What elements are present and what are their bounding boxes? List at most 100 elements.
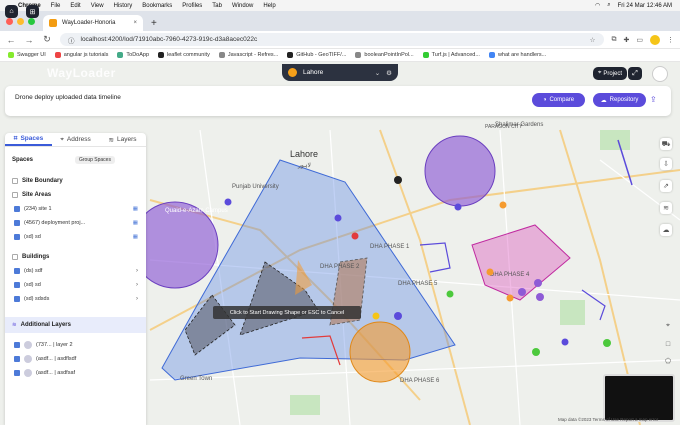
home-icon[interactable]: ⌂ [5,5,18,18]
site-areas-row[interactable]: Site Areas [5,192,146,198]
profile-avatar[interactable] [650,34,660,45]
list-item[interactable]: (sd) sd › [5,282,146,288]
minimize-window-button[interactable] [17,17,24,25]
chevron-right-icon[interactable]: › [136,282,138,288]
site-area-circle[interactable] [424,135,496,207]
checkbox[interactable] [14,342,20,348]
map-marker[interactable] [536,293,544,301]
tab-layers[interactable]: ≋ Layers [99,133,146,146]
site-boundary-row[interactable]: Site Boundary [5,178,146,184]
menu-view[interactable]: View [91,3,104,9]
item-icons[interactable]: ▦ [133,234,138,240]
menu-bookmarks[interactable]: Bookmarks [142,3,172,9]
menu-window[interactable]: Window [232,3,253,9]
list-item[interactable]: (4567) deployment proj... ▦ [5,220,146,226]
checkbox[interactable] [14,356,20,362]
list-item[interactable]: (737... | layer 2 [5,341,146,349]
map-marker[interactable] [534,279,542,287]
list-item[interactable]: (asdf... | asdfsaf [5,369,146,377]
map-marker[interactable] [499,201,507,209]
collapse-icon[interactable]: ⤢ [628,67,642,80]
compare-button[interactable]: ◑ Compare [532,93,585,107]
project-button[interactable]: ⌖ Project [593,67,627,80]
new-tab-button[interactable]: + [151,18,157,29]
share-icon[interactable]: ⇗ [660,180,672,192]
minimap-preview[interactable] [603,374,675,422]
upload-icon[interactable]: ⇪ [650,95,657,104]
map-marker[interactable] [532,348,540,356]
map-marker[interactable] [561,338,569,346]
settings-icon[interactable]: ⚙ [386,69,392,77]
reload-icon[interactable]: ↻ [42,34,52,45]
cloud-tool-icon[interactable]: ☁ [660,224,672,236]
checkbox[interactable] [14,282,20,288]
checkbox[interactable] [12,254,18,260]
kebab-menu-icon[interactable]: ⋮ [667,36,674,44]
menu-file[interactable]: File [51,3,61,9]
bookmark-item[interactable]: leaflet community [158,52,210,58]
additional-layers-row[interactable]: ≋ Additional Layers [5,317,146,333]
download-icon[interactable]: ⇩ [660,158,672,170]
chevron-right-icon[interactable]: › [136,268,138,274]
menu-profiles[interactable]: Profiles [182,3,202,9]
menu-help[interactable]: Help [263,3,275,9]
bookmark-item[interactable]: GitHub - GeoTIFF/... [287,52,346,58]
map-marker[interactable] [351,232,359,240]
menu-edit[interactable]: Edit [70,3,80,9]
map-marker[interactable] [372,312,380,320]
buildings-row[interactable]: Buildings [5,254,146,260]
cart-icon[interactable]: ⛟ [660,138,672,150]
checkbox[interactable] [14,220,20,226]
map-marker[interactable] [224,198,232,206]
wifi-icon[interactable]: ◠ [595,2,600,9]
map-marker[interactable] [486,268,494,276]
bookmark-item[interactable]: ToDoApp [117,52,149,58]
tab-address[interactable]: ⌖ Address [52,133,99,146]
repository-button[interactable]: ☁ Repository [593,93,646,107]
bookmark-star-icon[interactable]: ☆ [590,36,596,44]
apps-grid-icon[interactable]: ⊞ [26,5,39,18]
extension-icon[interactable]: ⧉ [612,36,617,44]
chevron-down-icon[interactable]: ⌄ [375,69,380,77]
bookmark-item[interactable]: angular js tutorials [54,52,108,58]
map-marker[interactable] [603,339,611,347]
map-marker[interactable] [446,290,454,298]
checkbox[interactable] [14,234,20,240]
tab-spaces[interactable]: ⌗ Spaces [5,133,52,146]
map-marker[interactable] [518,288,526,296]
url-field[interactable]: ⓘ localhost:4200/lod/71910abc-7960-4273-… [60,33,604,46]
layers-tool-icon[interactable]: ≋ [660,202,672,214]
map-marker[interactable] [506,294,514,302]
zoom-window-button[interactable] [28,17,35,25]
checkbox[interactable] [14,268,20,274]
map-marker[interactable] [454,203,462,211]
close-tab-icon[interactable]: × [133,20,137,26]
puzzle-icon[interactable]: ✚ [624,36,630,44]
map-marker[interactable] [394,312,402,320]
site-area-circle[interactable] [349,321,411,383]
polygon-tool-icon[interactable]: ⬠ [662,355,674,367]
checkbox[interactable] [14,370,20,376]
list-item[interactable]: (sd) sdsds › [5,296,146,302]
square-tool-icon[interactable]: □ [662,338,674,350]
pin-tool-icon[interactable]: ⌖ [662,320,674,332]
bookmark-item[interactable]: Swagger UI [8,52,46,58]
group-spaces-toggle[interactable]: Group Spaces [75,156,115,164]
sidebar-icon[interactable]: ▭ [636,36,643,44]
datetime[interactable]: Fri 24 Mar 12:46 AM [618,3,672,9]
list-item[interactable]: (234) site 1 ▦ [5,206,146,212]
list-item[interactable]: (ds) sdf › [5,268,146,274]
close-window-button[interactable] [6,17,13,25]
item-icons[interactable]: ▦ [133,206,138,212]
list-item[interactable]: (asdf... | asdflsdf [5,355,146,363]
forward-icon[interactable]: → [24,35,34,45]
map-marker[interactable] [394,176,402,184]
info-icon[interactable]: ⓘ [68,35,75,45]
bookmark-item[interactable]: Turf.js | Advanced... [422,52,480,58]
map-marker[interactable] [334,214,342,222]
bookmark-item[interactable]: Javascript - Refres... [218,52,278,58]
back-icon[interactable]: ← [6,35,16,45]
checkbox[interactable] [12,178,18,184]
checkbox[interactable] [14,206,20,212]
chevron-right-icon[interactable]: › [136,296,138,302]
